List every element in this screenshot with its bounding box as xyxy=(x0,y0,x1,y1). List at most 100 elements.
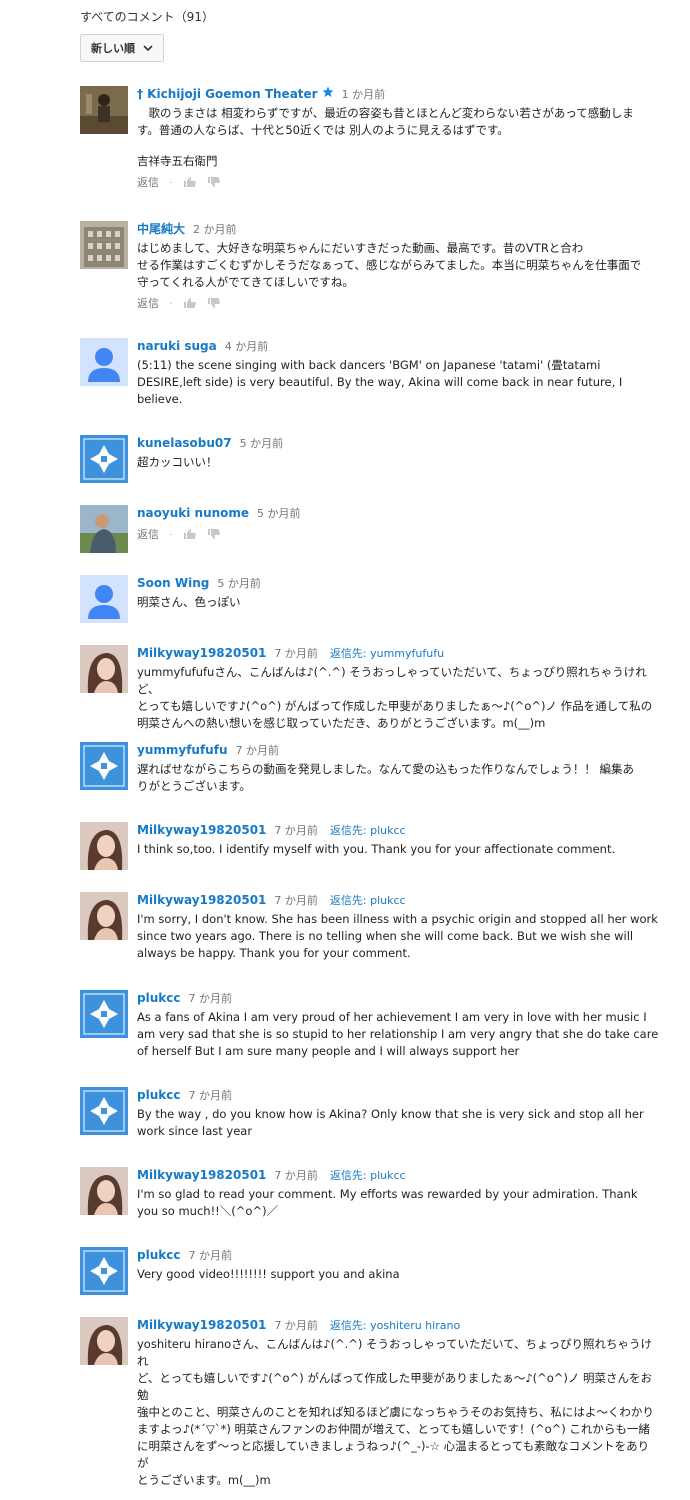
star-icon xyxy=(322,86,334,102)
comment-text: By the way , do you know how is Akina? O… xyxy=(137,1106,659,1140)
comment-time[interactable]: 7 か月前 xyxy=(188,992,232,1005)
comment-text: 遅ればせながらこちらの動画を発見しました。なんて愛の込もった作りなんでしょう！！… xyxy=(137,761,659,795)
sort-dropdown-button[interactable]: 新しい順 xyxy=(80,34,164,62)
thumbs-up-icon[interactable] xyxy=(183,528,197,540)
comment-text-line: I think so,too. I identify myself with y… xyxy=(137,842,616,856)
comment-body: Milkyway19820501 7 か月前 返信先: yoshiteru hira… xyxy=(137,1317,659,1489)
comment-time[interactable]: 5 か月前 xyxy=(217,577,261,590)
comment-text: (5:11) the scene singing with back dance… xyxy=(137,357,659,408)
thumbs-down-icon[interactable] xyxy=(207,176,221,188)
separator-dot: · xyxy=(169,175,173,189)
comment-text-line: am very sad that she is so stupid to her… xyxy=(137,1027,659,1041)
avatar[interactable] xyxy=(80,435,128,483)
comment-time[interactable]: 4 か月前 xyxy=(225,340,269,353)
comment-author[interactable]: † Kichijoji Goemon Theater xyxy=(137,87,318,101)
thumbs-up-icon[interactable] xyxy=(183,176,197,188)
comment-meta: 中尾純大 2 か月前 xyxy=(137,221,659,238)
comment-time[interactable]: 7 か月前 xyxy=(274,647,318,660)
avatar[interactable] xyxy=(80,338,128,386)
avatar[interactable] xyxy=(80,1317,128,1365)
comment-meta: plukcc 7 か月前 xyxy=(137,1087,659,1104)
comment-text-line: yoshiteru hiranoさん、こんばんは♪(^.^) そうおっしゃってい… xyxy=(137,1337,653,1368)
avatar[interactable] xyxy=(80,1167,128,1215)
comment-author[interactable]: Milkyway19820501 xyxy=(137,1318,266,1332)
comment-text-line: 強中とのこと、明菜さんのことを知れば知るほど虜になっちゃうそのお気持ち、私にはよ… xyxy=(137,1405,654,1419)
avatar[interactable] xyxy=(80,990,128,1038)
comment-author[interactable]: plukcc xyxy=(137,991,180,1005)
comments-count-title: すべてのコメント（91） xyxy=(80,10,214,24)
comment-body: plukcc 7 か月前 Very good video!!!!!!!! suppo… xyxy=(137,1247,659,1283)
chevron-down-icon xyxy=(143,45,153,52)
comment-author[interactable]: Soon Wing xyxy=(137,576,209,590)
reply-button[interactable]: 返信 xyxy=(137,295,159,311)
avatar[interactable] xyxy=(80,822,128,870)
comment-time[interactable]: 7 か月前 xyxy=(274,1319,318,1332)
comment-author[interactable]: naruki suga xyxy=(137,339,217,353)
comment-text-line: 明菜さん、色っぽい xyxy=(137,595,241,609)
thumbs-down-icon[interactable] xyxy=(207,297,221,309)
comment-author[interactable]: yummyfufufu xyxy=(137,743,228,757)
comment-text-line: ど、とっても嬉しいです♪(^o^) がんばって作成した甲斐がありましたぁ〜♪(^… xyxy=(137,1371,653,1402)
avatar[interactable] xyxy=(80,892,128,940)
reply-to-link[interactable]: 返信先: yoshiteru hirano xyxy=(330,1319,460,1332)
avatar[interactable] xyxy=(80,1247,128,1295)
reply-to-link[interactable]: 返信先: plukcc xyxy=(330,894,406,907)
comment-text-line: I'm so glad to read your comment. My eff… xyxy=(137,1187,638,1201)
comment-time[interactable]: 5 か月前 xyxy=(240,437,284,450)
thumbs-up-icon[interactable] xyxy=(183,297,197,309)
reply-to-link[interactable]: 返信先: plukcc xyxy=(330,1169,406,1182)
comment-meta: Milkyway19820501 7 か月前 返信先: plukcc xyxy=(137,822,659,839)
comment-author[interactable]: kunelasobu07 xyxy=(137,436,232,450)
reply-button[interactable]: 返信 xyxy=(137,174,159,190)
comment-author[interactable]: 中尾純大 xyxy=(137,222,185,236)
avatar[interactable] xyxy=(80,645,128,693)
comment-author[interactable]: Milkyway19820501 xyxy=(137,823,266,837)
avatar[interactable] xyxy=(80,575,128,623)
comment-text: I'm so glad to read your comment. My eff… xyxy=(137,1186,659,1220)
avatar[interactable] xyxy=(80,505,128,553)
comment-time[interactable]: 7 か月前 xyxy=(274,1169,318,1182)
comment-text-line: since two years ago. There is no telling… xyxy=(137,929,634,943)
comment-time[interactable]: 7 か月前 xyxy=(188,1089,232,1102)
comment-meta: Milkyway19820501 7 か月前 返信先: yummyfufufu xyxy=(137,645,659,662)
comment-time[interactable]: 7 か月前 xyxy=(274,894,318,907)
comment-time[interactable]: 2 か月前 xyxy=(193,223,237,236)
comment-actions: 返信 · xyxy=(137,174,659,190)
comment-time[interactable]: 5 か月前 xyxy=(257,507,301,520)
comment-text: 明菜さん、色っぽい xyxy=(137,594,659,611)
avatar[interactable] xyxy=(80,86,128,134)
comment-text: I think so,too. I identify myself with y… xyxy=(137,841,659,858)
comment-time[interactable]: 7 か月前 xyxy=(188,1249,232,1262)
comment-text-line: 歌のうまさは 相変わらずですが、最近の容姿も昔とほとんど変わらない若さがあって感… xyxy=(137,106,634,120)
comment-time[interactable]: 1 か月前 xyxy=(342,88,386,101)
comment-text-line: 明菜さんへの熱い想いを感じ取っていただき、ありがとうございます。m(__)m xyxy=(137,716,546,730)
reply-to-link[interactable]: 返信先: yummyfufufu xyxy=(330,647,444,660)
comment-meta: yummyfufufu 7 か月前 xyxy=(137,742,659,759)
comment-text-line: 吉祥寺五右衛門 xyxy=(137,154,218,168)
comment-author[interactable]: Milkyway19820501 xyxy=(137,1168,266,1182)
comment-author[interactable]: Milkyway19820501 xyxy=(137,893,266,907)
thumbs-down-icon[interactable] xyxy=(207,528,221,540)
comment-author[interactable]: Milkyway19820501 xyxy=(137,646,266,660)
comment-body: 中尾純大 2 か月前 はじめまして、大好きな明菜ちゃんにだいすきだった動画、最高です… xyxy=(137,221,659,311)
comment-text-line: DESIRE,left side) is very beautiful. By … xyxy=(137,375,623,389)
comment-body: Milkyway19820501 7 か月前 返信先: plukcc I'm sorr… xyxy=(137,892,659,962)
avatar[interactable] xyxy=(80,1087,128,1135)
comment-author[interactable]: plukcc xyxy=(137,1248,180,1262)
comment-body: naruki suga 4 か月前 (5:11) the scene singing… xyxy=(137,338,659,408)
comment-body: yummyfufufu 7 か月前遅ればせながらこちらの動画を発見しました。なんて… xyxy=(137,742,659,795)
avatar[interactable] xyxy=(80,221,128,269)
avatar[interactable] xyxy=(80,742,128,790)
comment-time[interactable]: 7 か月前 xyxy=(236,744,280,757)
comment-meta: plukcc 7 か月前 xyxy=(137,1247,659,1264)
reply-to-link[interactable]: 返信先: plukcc xyxy=(330,824,406,837)
separator-dot: · xyxy=(169,527,173,541)
comment-author[interactable]: plukcc xyxy=(137,1088,180,1102)
comment-time[interactable]: 7 か月前 xyxy=(274,824,318,837)
comment-author[interactable]: naoyuki nunome xyxy=(137,506,249,520)
comment-body: Milkyway19820501 7 か月前 返信先: plukcc I'm so g… xyxy=(137,1167,659,1220)
comment-body: naoyuki nunome 5 か月前返信 · xyxy=(137,505,659,542)
comment-meta: Milkyway19820501 7 か月前 返信先: plukcc xyxy=(137,1167,659,1184)
reply-button[interactable]: 返信 xyxy=(137,526,159,542)
comment-body: Milkyway19820501 7 か月前 返信先: yummyfufufu yum… xyxy=(137,645,659,732)
